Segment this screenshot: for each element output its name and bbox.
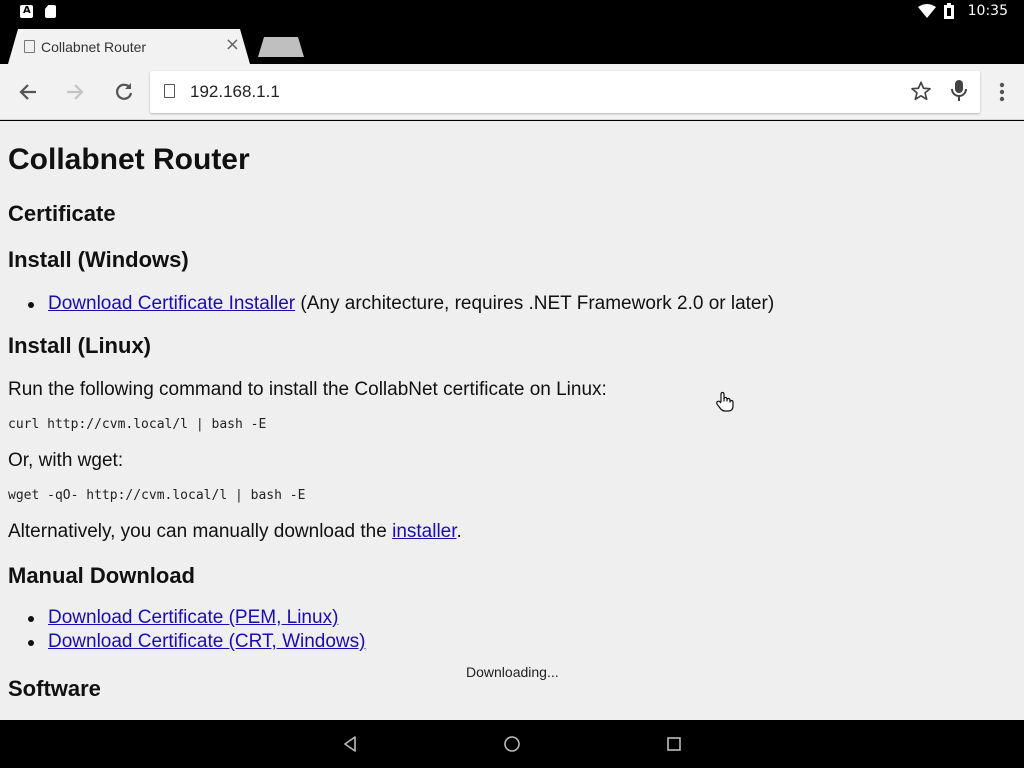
a-notification-icon [20, 5, 33, 18]
download-pem-link[interactable]: Download Certificate (PEM, Linux) [48, 607, 338, 628]
list-item: Download Certificate Installer (Any arch… [28, 292, 774, 316]
browser-toolbar: 192.168.1.1 [0, 64, 1024, 120]
heading-install-linux: Install (Linux) [8, 333, 151, 358]
hand-cursor-icon [716, 391, 734, 412]
nav-home-button[interactable] [502, 734, 522, 754]
status-bar: 10:35 [0, 0, 1024, 24]
heading-software: Software [8, 676, 101, 701]
arrow-right-icon [67, 84, 84, 100]
arrow-left-icon [19, 84, 36, 100]
tab-title: Collabnet Router [41, 39, 147, 55]
list-item: Download Certificate (CRT, Windows) [28, 630, 365, 654]
status-time: 10:35 [967, 3, 1008, 19]
alternative-text: Alternatively, you can manually download… [8, 521, 462, 543]
heading-install-windows: Install (Windows) [8, 247, 189, 272]
downloading-toast: Downloading... [466, 664, 559, 680]
web-page: Collabnet Router Certificate Install (Wi… [0, 121, 1024, 720]
manual-download-list: Download Certificate (PEM, Linux) Downlo… [28, 606, 365, 654]
download-crt-link[interactable]: Download Certificate (CRT, Windows) [48, 631, 365, 652]
system-nav-bar [0, 720, 1024, 768]
download-installer-link[interactable]: Download Certificate Installer [48, 293, 295, 314]
windows-install-list: Download Certificate Installer (Any arch… [28, 292, 774, 316]
url-text[interactable]: 192.168.1.1 [190, 82, 280, 102]
address-bar[interactable]: 192.168.1.1 [150, 71, 980, 113]
page-info-icon[interactable] [164, 84, 175, 98]
page-icon [24, 40, 35, 53]
alternative-prefix: Alternatively, you can manually download… [8, 521, 393, 542]
forward-button[interactable] [61, 78, 89, 106]
wifi-icon [917, 4, 936, 18]
installer-link[interactable]: installer [392, 521, 456, 542]
wget-intro-text: Or, with wget: [8, 450, 124, 471]
battery-icon [943, 3, 954, 19]
reload-button[interactable] [110, 78, 138, 106]
heading-certificate: Certificate [8, 201, 116, 226]
close-icon[interactable]: × [225, 34, 240, 56]
new-tab-button[interactable] [258, 37, 304, 57]
curl-command: curl http://cvm.local/l | bash -E [8, 417, 267, 432]
page-title: Collabnet Router [8, 143, 250, 176]
wget-command: wget -qO- http://cvm.local/l | bash -E [8, 488, 306, 503]
square-recents-icon [667, 737, 681, 751]
star-icon[interactable] [910, 80, 932, 102]
tab-collabnet-router[interactable]: Collabnet Router × [8, 29, 250, 64]
circle-home-icon [504, 736, 520, 752]
nav-back-button[interactable] [340, 734, 360, 754]
list-item: Download Certificate (PEM, Linux) [28, 606, 365, 630]
back-button[interactable] [14, 78, 42, 106]
more-vert-icon [999, 82, 1005, 102]
nav-recents-button[interactable] [664, 734, 684, 754]
reload-icon [116, 83, 133, 100]
mic-icon[interactable] [950, 79, 968, 103]
tab-strip: Collabnet Router × [0, 24, 1024, 64]
triangle-back-icon [344, 736, 356, 752]
alternative-suffix: . [456, 521, 462, 542]
linux-intro-text: Run the following command to install the… [8, 379, 607, 400]
menu-button[interactable] [988, 78, 1016, 106]
windows-note: (Any architecture, requires .NET Framewo… [295, 293, 775, 314]
heading-manual-download: Manual Download [8, 563, 195, 588]
sd-card-icon [45, 5, 56, 18]
